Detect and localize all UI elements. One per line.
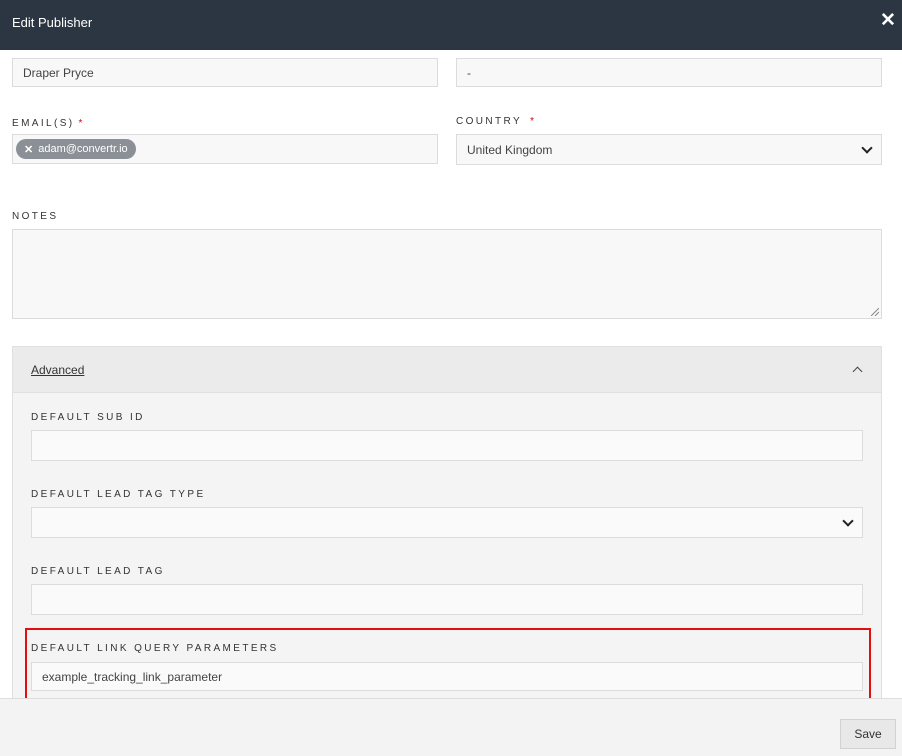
secondary-field-value: - xyxy=(467,65,471,80)
notes-textarea[interactable] xyxy=(12,229,882,319)
chevron-down-icon xyxy=(842,514,854,527)
publisher-name-field[interactable]: Draper Pryce xyxy=(12,58,438,87)
advanced-section: Advanced DEFAULT SUB ID DEFAULT LEAD TAG… xyxy=(12,346,882,698)
close-icon[interactable]: ✕ xyxy=(880,11,896,31)
publisher-name-value: Draper Pryce xyxy=(23,65,94,80)
country-select[interactable]: United Kingdom xyxy=(456,134,882,165)
default-sub-id-label: DEFAULT SUB ID xyxy=(31,412,145,423)
secondary-field[interactable]: - xyxy=(456,58,882,87)
resize-handle-icon[interactable] xyxy=(871,308,879,316)
email-tag: ✕ adam@convertr.io xyxy=(16,139,136,159)
modal-header: Edit Publisher ✕ xyxy=(0,0,902,50)
modal-footer: Save xyxy=(0,698,902,756)
advanced-header[interactable]: Advanced xyxy=(13,347,881,393)
emails-label: EMAIL(S) * xyxy=(12,118,83,129)
default-lead-tag-label: DEFAULT LEAD TAG xyxy=(31,566,165,577)
default-lead-tag-input[interactable] xyxy=(31,584,863,615)
default-sub-id-input[interactable] xyxy=(31,430,863,461)
required-marker: * xyxy=(78,118,83,129)
modal-title: Edit Publisher xyxy=(12,15,93,30)
default-lead-tag-type-select[interactable] xyxy=(31,507,863,538)
remove-tag-icon[interactable]: ✕ xyxy=(24,143,33,156)
default-lead-tag-type-label: DEFAULT LEAD TAG TYPE xyxy=(31,489,206,500)
notes-label: NOTES xyxy=(12,211,59,222)
modal-body: Draper Pryce - EMAIL(S) * ✕ adam@convertr… xyxy=(0,50,902,698)
emails-input[interactable]: ✕ adam@convertr.io xyxy=(12,134,438,164)
chevron-down-icon xyxy=(861,141,873,154)
save-button[interactable]: Save xyxy=(840,719,896,749)
chevron-up-icon[interactable] xyxy=(852,366,863,377)
highlight-box xyxy=(25,628,871,698)
email-tag-label: adam@convertr.io xyxy=(38,143,128,155)
country-label: COUNTRY * xyxy=(456,116,534,127)
advanced-toggle-link[interactable]: Advanced xyxy=(31,363,84,377)
required-marker: * xyxy=(530,116,534,127)
country-select-value: United Kingdom xyxy=(467,142,553,157)
